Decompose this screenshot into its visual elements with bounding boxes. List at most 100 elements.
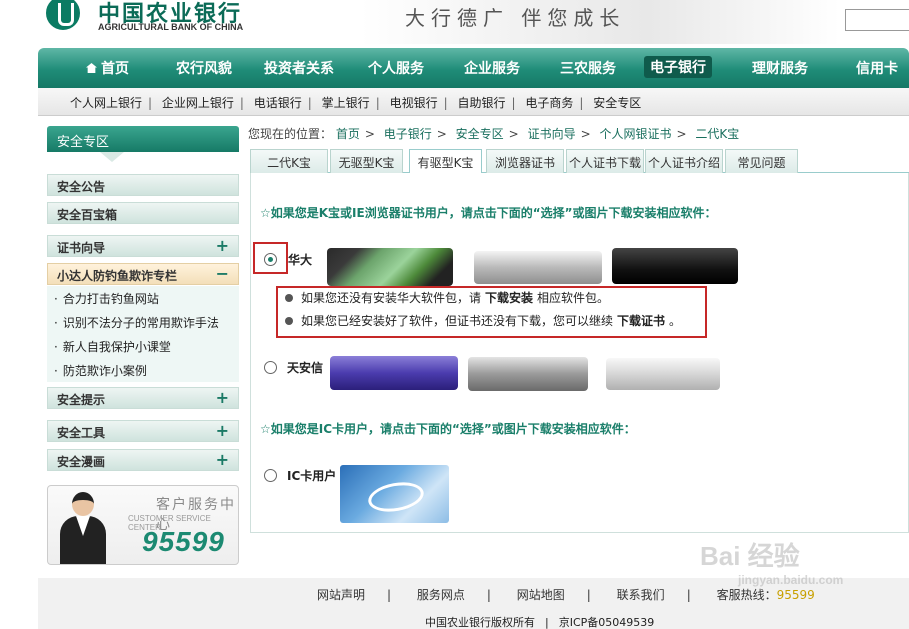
huada-key-image-2[interactable]: [474, 251, 602, 284]
nav-item-wealth[interactable]: 理财服务: [752, 58, 808, 78]
tab-cert-intro[interactable]: 个人证书介绍: [645, 149, 723, 173]
home-icon: [86, 63, 97, 73]
footer-hotline: 95599: [776, 588, 815, 602]
radio-tianan[interactable]: [264, 361, 277, 374]
download-cert-link[interactable]: 下载证书: [617, 314, 665, 328]
baidu-watermark: Bai 经验 jingyan.baidu.com: [700, 536, 843, 587]
expand-icon[interactable]: +: [216, 450, 229, 469]
sidebar-link-fight-phishing[interactable]: 合力打击钓鱼网站: [54, 290, 159, 307]
footer-link-outlets[interactable]: 服务网点: [417, 588, 465, 602]
nav-item-profile[interactable]: 农行风貌: [176, 58, 232, 78]
tianan-key-image-3[interactable]: [606, 358, 720, 390]
cs-phone: 95599: [142, 526, 225, 557]
service-agent-icon: [56, 490, 112, 564]
subnav-separator: |: [148, 96, 153, 110]
tab-browser-cert[interactable]: 浏览器证书: [486, 149, 564, 173]
sidebar-item-security-comics[interactable]: 安全漫画 +: [47, 449, 239, 471]
sidebar-item-anti-phishing[interactable]: 小达人防钓鱼欺诈专栏 −: [47, 263, 239, 285]
expand-icon[interactable]: +: [216, 236, 229, 255]
expand-icon[interactable]: +: [216, 388, 229, 407]
subnav-corporate-online[interactable]: 企业网上银行: [162, 96, 234, 110]
subnav-ecommerce[interactable]: 电子商务: [525, 96, 573, 110]
bank-name-en: AGRICULTURAL BANK OF CHINA: [98, 22, 244, 32]
sidebar-pointer: [100, 152, 124, 162]
subnav-personal-online[interactable]: 个人网上银行: [70, 96, 142, 110]
nav-item-corporate[interactable]: 企业服务: [464, 58, 520, 78]
main-nav: 首页 农行风貌 投资者关系 个人服务 企业服务 三农服务 电子银行 理财服务 信…: [38, 48, 909, 88]
subnav-security-zone[interactable]: 安全专区: [593, 96, 641, 110]
radio-ic-card[interactable]: [264, 469, 277, 482]
watermark-url: jingyan.baidu.com: [738, 573, 844, 587]
vendor-ic-label: IC卡用户: [287, 469, 337, 483]
breadcrumb-cert-guide[interactable]: 证书向导: [528, 127, 576, 141]
sidebar-item-cert-guide[interactable]: 证书向导 +: [47, 235, 239, 257]
vendor-huada-label: 华大: [288, 253, 313, 267]
kbao-instruction: ☆如果您是K宝或IE浏览器证书用户，请点击下面的“选择”或图片下载安装相应软件：: [260, 206, 717, 220]
tab-kbao-driverless[interactable]: 无驱型K宝: [330, 149, 403, 173]
expand-icon[interactable]: +: [216, 421, 229, 440]
breadcrumb-ebanking[interactable]: 电子银行: [384, 127, 432, 141]
sidebar-link-fraud-tricks[interactable]: 识别不法分子的常用欺诈手法: [54, 314, 219, 331]
footer-link-sitemap[interactable]: 网站地图: [517, 588, 565, 602]
sidebar-title: 安全专区: [47, 126, 239, 152]
download-install-link[interactable]: 下载安装: [485, 291, 533, 305]
tianan-key-image-2[interactable]: [468, 357, 588, 391]
radio-huada[interactable]: [264, 253, 277, 266]
nav-item-credit-card[interactable]: 信用卡: [856, 58, 898, 78]
abc-logo-icon[interactable]: [46, 0, 80, 30]
tab-faq[interactable]: 常见问题: [725, 149, 798, 173]
footer-links: 网站声明 | 服务网点 | 网站地图 | 联系我们 | 客服热线：95599: [317, 588, 815, 602]
nav-item-ebanking[interactable]: 电子银行: [644, 56, 712, 78]
footer-copyright: 中国农业银行版权所有 | 京ICP备05049539: [425, 616, 655, 629]
hint-install: 如果您还没有安装华大软件包，请 下载安装 相应软件包。: [285, 289, 609, 306]
breadcrumb-prefix: 您现在的位置：: [248, 127, 333, 141]
bullet-icon: [285, 294, 293, 302]
subnav-self-service[interactable]: 自助银行: [457, 96, 505, 110]
ic-card-image[interactable]: [340, 465, 449, 523]
collapse-icon[interactable]: −: [216, 264, 229, 283]
subnav-separator: |: [511, 96, 516, 110]
breadcrumb-home[interactable]: 首页: [336, 127, 360, 141]
subnav-separator: |: [239, 96, 244, 110]
sidebar-link-fraud-cases[interactable]: 防范欺诈小案例: [54, 362, 147, 379]
subnav-separator: |: [443, 96, 448, 110]
huada-key-image-1[interactable]: [327, 248, 453, 286]
sidebar-item-security-notice[interactable]: 安全公告: [47, 174, 239, 196]
vendor-tianan-label: 天安信: [287, 361, 324, 375]
subnav-separator: |: [307, 96, 312, 110]
cert-tabs: 二代K宝 无驱型K宝 有驱型K宝 浏览器证书 个人证书下载 个人证书介绍 常见问…: [250, 149, 909, 174]
footer-link-contact[interactable]: 联系我们: [617, 588, 665, 602]
hint-download-cert: 如果您已经安装好了软件，但证书还没有下载，您可以继续 下载证书。: [285, 312, 681, 329]
slogan: 大行德广 伴您成长: [405, 6, 626, 30]
nav-item-personal[interactable]: 个人服务: [368, 58, 424, 78]
tianan-key-image-1[interactable]: [330, 356, 458, 390]
breadcrumb-security-zone[interactable]: 安全专区: [456, 127, 504, 141]
subnav-mobile-banking[interactable]: 掌上银行: [322, 96, 370, 110]
footer-hotline-label: 客服热线：: [716, 588, 777, 602]
subnav-phone-banking[interactable]: 电话银行: [254, 96, 302, 110]
subnav-separator: |: [375, 96, 380, 110]
bullet-icon: [285, 317, 293, 325]
site-header: 中国农业银行 AGRICULTURAL BANK OF CHINA 大行德广 伴…: [0, 0, 909, 48]
sub-nav: 个人网上银行 | 企业网上银行 | 电话银行 | 掌上银行 | 电视银行 | 自助银行 | …: [38, 88, 909, 116]
ic-instruction: ☆如果您是IC卡用户，请点击下面的“选择”或图片下载安装相应软件：: [260, 422, 636, 436]
nav-item-rural[interactable]: 三农服务: [560, 58, 616, 78]
subnav-separator: |: [579, 96, 584, 110]
nav-item-home[interactable]: 首页: [86, 58, 129, 78]
tab-cert-download[interactable]: 个人证书下载: [566, 149, 644, 173]
customer-service-banner[interactable]: 客户服务中心 CUSTOMER SERVICE CENTER 95599: [47, 485, 239, 565]
breadcrumb: 您现在的位置： 首页 > 电子银行 > 安全专区 > 证书向导 > 个人网银证书 > 二代…: [248, 127, 740, 141]
sidebar-link-self-protection[interactable]: 新人自我保护小课堂: [54, 338, 171, 355]
tab-kbao-gen2[interactable]: 二代K宝: [250, 149, 328, 173]
subnav-tv-banking[interactable]: 电视银行: [390, 96, 438, 110]
sidebar-item-security-tools[interactable]: 安全工具 +: [47, 420, 239, 442]
footer-link-statement[interactable]: 网站声明: [317, 588, 365, 602]
breadcrumb-personal-cert[interactable]: 个人网银证书: [599, 127, 671, 141]
search-input[interactable]: [845, 9, 909, 31]
sidebar-item-security-tips[interactable]: 安全提示 +: [47, 387, 239, 409]
huada-key-image-3[interactable]: [612, 248, 738, 284]
breadcrumb-current[interactable]: 二代K宝: [695, 127, 739, 141]
tab-kbao-driver[interactable]: 有驱型K宝: [409, 149, 482, 174]
nav-item-investor[interactable]: 投资者关系: [264, 58, 334, 78]
sidebar-item-security-toolbox[interactable]: 安全百宝箱: [47, 202, 239, 224]
